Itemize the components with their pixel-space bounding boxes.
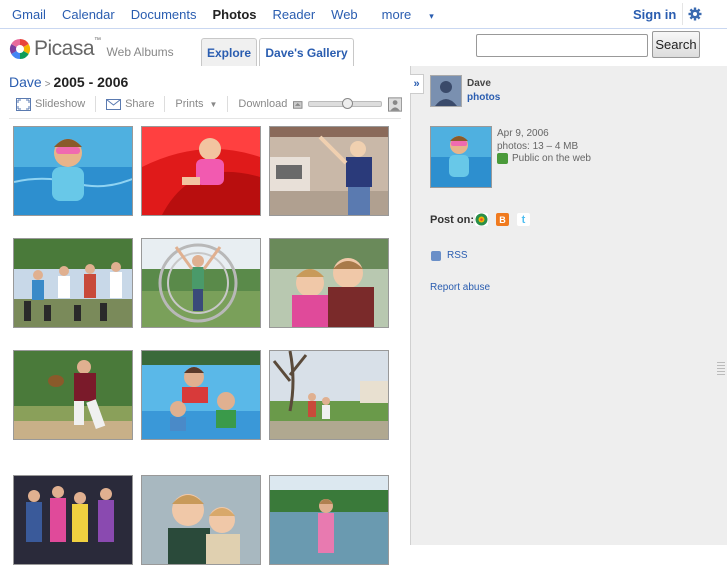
album-toolbar: Slideshow Share Prints ▼ Download (16, 95, 403, 113)
nav-web[interactable]: Web (323, 7, 366, 22)
search-input[interactable] (476, 34, 648, 57)
avatar[interactable] (430, 75, 462, 107)
photo-image (14, 476, 132, 564)
photo-image (142, 239, 260, 327)
album-cover-image (431, 127, 491, 187)
twitter-icon[interactable]: t (517, 213, 530, 226)
photo-thumbnail[interactable] (269, 126, 389, 216)
buzz-icon[interactable] (475, 213, 488, 226)
breadcrumb: Dave >2005 - 2006 (9, 74, 128, 90)
nav-reader[interactable]: Reader (265, 7, 324, 22)
logo-wordmark: Picasa™ (34, 37, 101, 61)
photo-image (142, 127, 260, 215)
rss-icon (431, 250, 441, 261)
album-date: Apr 9, 2006 (497, 128, 549, 139)
slideshow-icon (16, 97, 31, 111)
album-main: Dave >2005 - 2006 Slideshow Share Prints … (0, 66, 410, 565)
top-nav-bar: Gmail Calendar Documents Photos Reader W… (0, 0, 727, 29)
picasa-pinwheel-icon (9, 38, 31, 60)
photo-image (270, 476, 388, 564)
nav-more-label: more (381, 7, 412, 22)
photo-image (14, 127, 132, 215)
zoom-slider-knob[interactable] (341, 98, 353, 109)
zoom-slider[interactable] (307, 98, 382, 109)
toolbar-divider (164, 96, 166, 112)
photo-thumbnail[interactable] (269, 238, 389, 328)
blogger-icon[interactable]: B (496, 213, 509, 226)
app-header: Picasa™ Web Albums Explore Dave's Galler… (0, 29, 727, 67)
envelope-icon (106, 98, 122, 110)
collapse-sidebar-button[interactable]: » (410, 74, 424, 94)
logo-subtitle: Web Albums (106, 45, 174, 59)
photo-thumbnail[interactable] (141, 126, 261, 216)
rss-link[interactable]: RSS (431, 250, 468, 261)
tab-daves-gallery[interactable]: Dave's Gallery (259, 38, 354, 67)
photo-image (270, 351, 388, 439)
owner-photos-link[interactable]: photos (467, 92, 500, 103)
slideshow-button[interactable]: Slideshow (16, 97, 86, 111)
zoom-in-icon[interactable] (387, 96, 403, 112)
zoom-out-icon[interactable] (293, 99, 303, 109)
nav-calendar[interactable]: Calendar (54, 7, 123, 22)
photo-thumbnail[interactable] (13, 475, 133, 565)
photo-image (270, 239, 388, 327)
photo-thumbnail[interactable] (141, 238, 261, 328)
logo-trademark: ™ (94, 37, 101, 44)
toolbar-separator (9, 118, 401, 119)
photo-image (14, 239, 132, 327)
buzz-icon-graphic (475, 213, 488, 226)
resize-grip[interactable] (717, 362, 725, 376)
top-nav: Gmail Calendar Documents Photos Reader W… (4, 7, 450, 22)
post-on-label: Post on: (430, 214, 474, 226)
photo-thumbnail[interactable] (13, 238, 133, 328)
album-photo-count: photos: 13 – 4 MB (497, 141, 579, 152)
toolbar-divider (227, 96, 229, 112)
breadcrumb-separator: > (44, 79, 51, 90)
chevron-down-icon: ▾ (429, 11, 434, 21)
photo-thumbnail[interactable] (269, 475, 389, 565)
photo-image (142, 351, 260, 439)
share-button[interactable]: Share (106, 98, 154, 110)
picasa-logo[interactable]: Picasa™ Web Albums (9, 37, 174, 61)
photo-image (270, 127, 388, 215)
breadcrumb-owner-link[interactable]: Dave (9, 74, 42, 90)
photo-thumbnail[interactable] (141, 475, 261, 565)
nav-gmail[interactable]: Gmail (4, 7, 54, 22)
rss-label: RSS (447, 250, 468, 261)
gear-icon (688, 7, 702, 21)
photo-image (14, 351, 132, 439)
logo-text: Picasa (34, 37, 95, 60)
report-abuse-link[interactable]: Report abuse (430, 282, 490, 293)
photo-image (142, 476, 260, 564)
share-label: Share (125, 98, 155, 110)
photo-thumbnail[interactable] (13, 350, 133, 440)
album-title: 2005 - 2006 (53, 74, 129, 90)
slideshow-label: Slideshow (35, 98, 86, 110)
photo-thumbnail[interactable] (141, 350, 261, 440)
album-cover-thumbnail[interactable] (430, 126, 492, 188)
album-visibility: Public on the web (497, 153, 591, 164)
public-globe-icon (497, 153, 508, 164)
tab-explore[interactable]: Explore (201, 38, 257, 66)
visibility-label: Public on the web (512, 153, 591, 165)
nav-photos[interactable]: Photos (204, 7, 264, 22)
download-button[interactable]: Download (238, 98, 287, 110)
photo-thumbnail[interactable] (13, 126, 133, 216)
toolbar-divider (95, 96, 97, 112)
avatar-image (431, 76, 461, 106)
search-button[interactable]: Search (652, 31, 700, 58)
owner-name: Dave (467, 78, 491, 89)
nav-documents[interactable]: Documents (123, 7, 205, 22)
prints-menu[interactable]: Prints ▼ (175, 98, 217, 110)
photo-thumbnail[interactable] (269, 350, 389, 440)
prints-label: Prints (175, 98, 204, 110)
nav-more[interactable]: more ▾ (366, 7, 450, 22)
download-label: Download (238, 98, 288, 110)
sign-in-link[interactable]: Sign in (633, 7, 676, 22)
chevron-down-icon: ▼ (209, 99, 218, 109)
settings-button[interactable] (682, 3, 707, 25)
